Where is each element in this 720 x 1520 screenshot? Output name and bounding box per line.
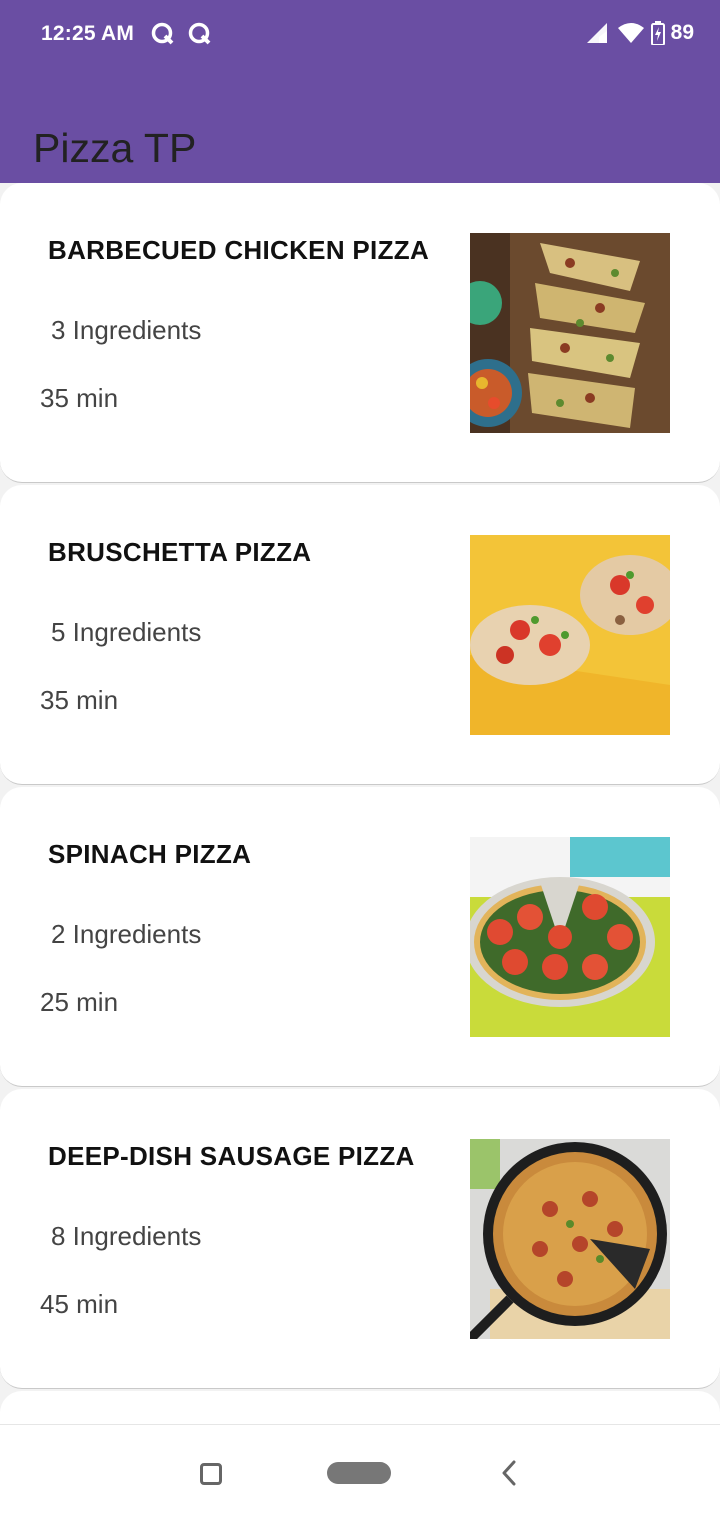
q-notification-icon <box>187 21 213 52</box>
recipe-image <box>470 1139 670 1339</box>
recipe-time: 35 min <box>40 685 119 715</box>
recipe-title: BARBECUED CHICKEN PIZZA <box>48 235 430 265</box>
recents-icon[interactable] <box>200 1463 222 1485</box>
signal-icon <box>585 21 609 45</box>
back-icon[interactable] <box>498 1459 520 1487</box>
recipe-image <box>470 535 670 735</box>
recipe-time: 35 min <box>40 383 119 413</box>
recipe-time: 25 min <box>40 987 119 1017</box>
recipe-ingredients: 2 Ingredients <box>51 919 202 949</box>
app-title: Pizza TP <box>33 125 197 172</box>
q-notification-icon <box>150 21 176 52</box>
recipe-time: 45 min <box>40 1289 119 1319</box>
recipe-image <box>470 233 670 433</box>
battery-level: 89 <box>670 21 694 44</box>
recipe-ingredients: 3 Ingredients <box>51 315 202 345</box>
recipe-ingredients: 5 Ingredients <box>51 617 202 647</box>
recipe-title: DEEP-DISH SAUSAGE PIZZA <box>48 1141 415 1171</box>
home-icon[interactable] <box>327 1462 391 1484</box>
recipe-title: BRUSCHETTA PIZZA <box>48 537 312 567</box>
status-time: 12:25 AM <box>41 22 135 45</box>
recipe-ingredients: 8 Ingredients <box>51 1221 202 1251</box>
recipe-image <box>470 837 670 1037</box>
recipe-card[interactable]: BRUSCHETTA PIZZA 5 Ingredients 35 min <box>0 485 720 785</box>
recipe-card[interactable]: SPINACH PIZZA 2 Ingredients 25 min <box>0 787 720 1087</box>
recipe-card[interactable]: BARBECUED CHICKEN PIZZA 3 Ingredients 35… <box>0 183 720 483</box>
status-bar: 12:25 AM 89 <box>0 0 720 70</box>
battery-charging-icon <box>650 21 665 45</box>
app-bar: Pizza TP <box>0 70 720 183</box>
recipe-card[interactable]: DEEP-DISH SAUSAGE PIZZA 8 Ingredients 45… <box>0 1089 720 1389</box>
navigation-bar <box>0 1424 720 1520</box>
wifi-icon <box>617 21 645 45</box>
recipe-title: SPINACH PIZZA <box>48 839 252 869</box>
